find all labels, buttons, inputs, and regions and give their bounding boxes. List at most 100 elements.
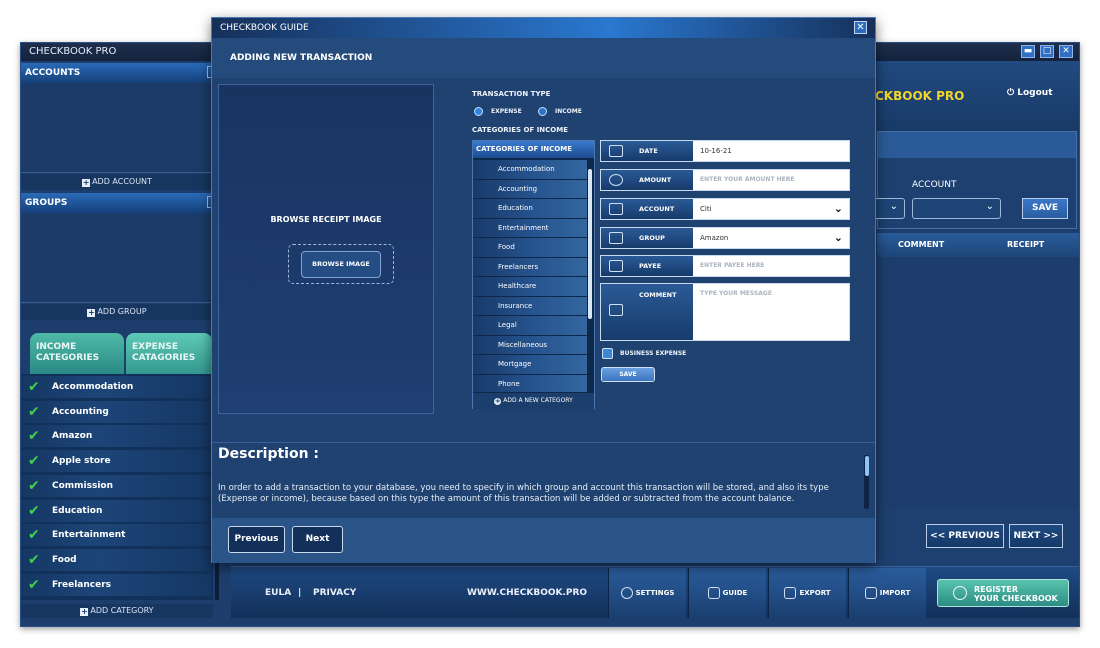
chevron-down-icon: ⌄ — [889, 201, 898, 212]
category-item[interactable]: ✔ Freelancers — [21, 573, 211, 597]
logout-label: Logout — [1017, 88, 1053, 98]
amount-placeholder: ENTER YOUR AMOUNT HERE — [700, 176, 795, 183]
check-icon: ✔ — [28, 527, 40, 544]
business-expense-label: BUSINESS EXPENSE — [620, 350, 687, 357]
guide-button[interactable]: GUIDE — [688, 568, 766, 618]
dialog-heading: ADDING NEW TRANSACTION — [212, 38, 875, 78]
category-option[interactable]: Accommodation — [473, 160, 587, 180]
income-label: INCOME — [555, 108, 582, 115]
plus-icon: + — [82, 178, 91, 187]
check-icon: ✔ — [28, 502, 40, 519]
amount-label: AMOUNT — [639, 176, 672, 184]
browse-image-button[interactable]: BROWSE IMAGE — [301, 251, 381, 278]
date-field[interactable]: DATE 10-16-21 — [600, 140, 850, 162]
description-scroll-thumb[interactable] — [865, 456, 869, 476]
close-icon[interactable]: ✕ — [854, 21, 867, 34]
date-value: 10-16-21 — [700, 147, 732, 155]
accounts-title: ACCOUNTS — [25, 68, 81, 78]
category-option[interactable]: Food — [473, 238, 587, 258]
next-page-button[interactable]: NEXT >> — [1009, 524, 1063, 548]
logout-button[interactable]: ⏻ Logout — [1007, 88, 1053, 98]
category-item[interactable]: ✔ Apple store — [21, 450, 211, 474]
brand-title: CKBOOK PRO — [875, 89, 965, 103]
export-label: EXPORT — [799, 589, 831, 597]
category-item[interactable]: ✔ Food — [21, 548, 211, 572]
group-label: GROUP — [639, 234, 665, 242]
expense-radio[interactable] — [474, 107, 483, 116]
category-option[interactable]: Education — [473, 199, 587, 219]
maximize-icon[interactable]: □ — [1040, 45, 1054, 58]
category-label: Food — [52, 554, 77, 565]
group-value: Amazon — [700, 234, 729, 242]
category-label: Accounting — [52, 406, 109, 417]
close-icon[interactable]: ✕ — [1059, 45, 1073, 58]
payee-placeholder: ENTER PAYEE HERE — [700, 262, 765, 269]
filter-save-button[interactable]: SAVE — [1022, 198, 1068, 219]
groups-list — [21, 213, 213, 303]
payee-field[interactable]: PAYEE ENTER PAYEE HERE — [600, 255, 850, 277]
accounts-header: ACCOUNTS — [21, 63, 213, 83]
category-option[interactable]: Healthcare — [473, 277, 587, 297]
drop-zone[interactable]: BROWSE IMAGE — [288, 244, 394, 284]
amount-field[interactable]: AMOUNT ENTER YOUR AMOUNT HERE — [600, 169, 850, 191]
category-option[interactable]: Miscellaneous — [473, 335, 587, 355]
guide-icon — [707, 587, 720, 599]
category-option[interactable]: Insurance — [473, 296, 587, 316]
check-icon: ✔ — [28, 576, 40, 593]
business-expense-checkbox[interactable] — [602, 348, 613, 359]
col-comment: COMMENT — [898, 240, 945, 249]
import-button[interactable]: IMPORT — [848, 568, 926, 618]
group-select[interactable]: GROUP Amazon ⌄ — [600, 227, 850, 249]
previous-button[interactable]: Previous — [228, 526, 285, 553]
next-button[interactable]: Next — [292, 526, 343, 553]
add-category-label: ADD CATEGORY — [90, 606, 154, 615]
badge-icon — [953, 586, 967, 600]
transaction-type-label: TRANSACTION TYPE — [472, 90, 551, 98]
category-scrollbar[interactable] — [588, 169, 592, 319]
gear-icon — [620, 587, 633, 599]
expense-label: EXPENSE — [491, 108, 522, 115]
category-option[interactable]: Entertainment — [473, 218, 587, 238]
group-filter-dropdown[interactable]: ⌄ — [871, 198, 905, 219]
website-link[interactable]: WWW.CHECKBOOK.PRO — [467, 588, 587, 598]
category-item[interactable]: ✔ Accommodation — [21, 376, 211, 399]
categories-label: CATEGORIES OF INCOME — [472, 126, 568, 134]
privacy-link[interactable]: PRIVACY — [313, 588, 356, 598]
guide-illustration: BROWSE RECEIPT IMAGE BROWSE IMAGE TRANSA… — [212, 78, 875, 442]
category-option[interactable]: Phone — [473, 374, 587, 393]
dialog-title: CHECKBOOK GUIDE — [212, 18, 875, 38]
export-button[interactable]: EXPORT — [768, 568, 846, 618]
eula-link[interactable]: EULA — [265, 588, 291, 598]
category-item[interactable]: ✔ Commission — [21, 474, 211, 498]
category-item[interactable]: ✔ Accounting — [21, 400, 211, 424]
add-category-button[interactable]: + ADD CATEGORY — [21, 604, 213, 618]
description-section: Description : In order to add a transact… — [212, 442, 875, 518]
table-header: COMMENT RECEIPT — [877, 233, 1079, 257]
account-select[interactable]: ACCOUNT Citi ⌄ — [600, 198, 850, 220]
category-item[interactable]: ✔ Education — [21, 499, 211, 523]
add-group-button[interactable]: + ADD GROUP — [21, 304, 213, 320]
tab-expense-categories[interactable]: EXPENSE CATAGORIES — [126, 333, 212, 374]
category-option[interactable]: Legal — [473, 316, 587, 336]
category-option[interactable]: Mortgage — [473, 355, 587, 375]
minimize-icon[interactable]: ▬ — [1021, 45, 1035, 58]
category-item[interactable]: ✔ Amazon — [21, 425, 211, 449]
settings-button[interactable]: SETTINGS — [608, 568, 686, 618]
description-title: Description : — [218, 446, 320, 462]
category-option[interactable]: Accounting — [473, 179, 587, 199]
add-new-category-button[interactable]: + ADD A NEW CATEGORY — [473, 393, 594, 409]
chevron-down-icon: ⌄ — [833, 202, 843, 215]
income-radio[interactable] — [538, 107, 547, 116]
add-account-button[interactable]: + ADD ACCOUNT — [21, 174, 213, 190]
category-option[interactable]: Freelancers — [473, 257, 587, 277]
comment-field[interactable]: COMMENT TYPE YOUR MESSAGE — [600, 283, 850, 341]
form-save-button[interactable]: SAVE — [601, 367, 655, 382]
tab-income-categories[interactable]: INCOME CATEGORIES — [30, 333, 124, 374]
check-icon: ✔ — [28, 551, 40, 568]
groups-title: GROUPS — [25, 198, 68, 208]
dollar-icon — [609, 174, 623, 186]
account-filter-dropdown[interactable]: ⌄ — [912, 198, 1001, 219]
category-item[interactable]: ✔ Entertainment — [21, 524, 211, 548]
register-button[interactable]: REGISTER YOUR CHECKBOOK — [937, 579, 1069, 607]
previous-page-button[interactable]: << PREVIOUS — [926, 524, 1004, 548]
